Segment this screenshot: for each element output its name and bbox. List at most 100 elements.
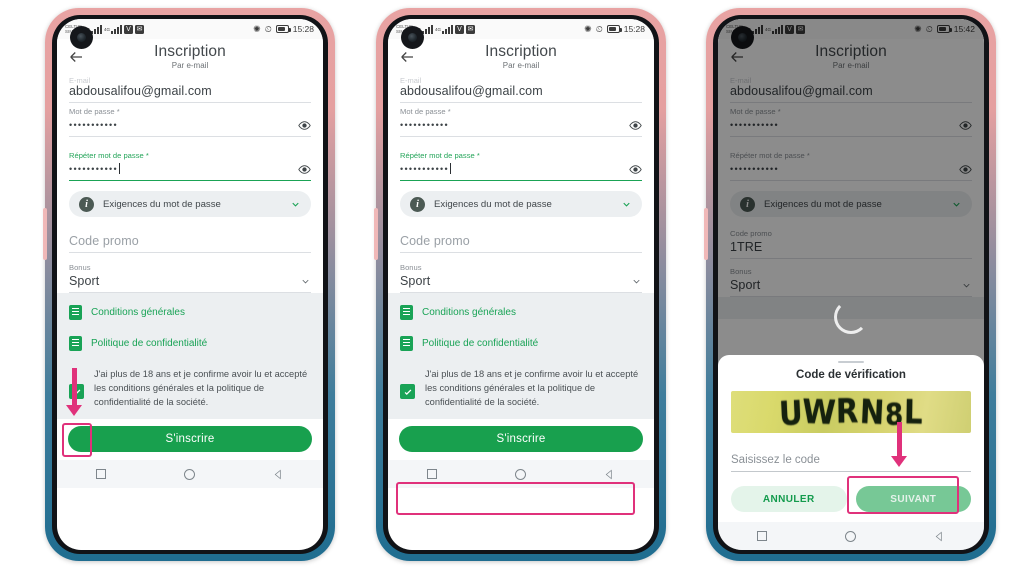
status-bar-right: ✺ ⏲ 15:28 (253, 24, 314, 34)
terms-link[interactable]: Conditions générales (91, 307, 185, 318)
sheet-grabber[interactable] (838, 360, 864, 363)
status-bar-2: CELTIIS SIM 4G 4G V ✉ ✺ ⏲ 15 (388, 19, 654, 39)
nav-recents-button[interactable] (757, 531, 767, 541)
verification-code-dialog: Code de vérification UWRN8L Saisissez le… (718, 354, 984, 522)
eye-icon[interactable] (629, 163, 642, 176)
password-value: ••••••••••• (69, 120, 118, 130)
back-arrow-icon[interactable] (67, 48, 85, 66)
nav-home-button[interactable] (515, 468, 526, 480)
back-arrow-icon[interactable] (398, 48, 416, 66)
bonus-label: Bonus (400, 263, 422, 272)
password-requirements-label: Exigences du mot de passe (103, 198, 221, 210)
chevron-down-icon[interactable] (631, 276, 642, 287)
captcha-char-3: R (835, 391, 860, 431)
password-requirements-chip[interactable]: i Exigences du mot de passe (400, 191, 642, 217)
bonus-value: Sport (400, 274, 431, 288)
bonus-select[interactable]: Sport (400, 273, 642, 293)
password-requirements-chip[interactable]: i Exigences du mot de passe (69, 191, 311, 217)
password-value: ••••••••••• (400, 120, 449, 130)
bluetooth-icon: ✺ (584, 23, 592, 34)
captcha-char-1: U (777, 392, 805, 433)
password-field-group: Mot de passe * ••••••••••• (69, 103, 311, 137)
repeat-password-field[interactable]: ••••••••••• (400, 161, 642, 181)
android-nav-bar-1 (57, 460, 323, 488)
annotation-arrow-next-button (891, 422, 907, 467)
page-subtitle: Par e-mail (171, 61, 209, 70)
cta-area-2: S'inscrire (388, 419, 654, 460)
terms-row[interactable]: Conditions générales (69, 305, 311, 320)
mail-icon: ✉ (466, 24, 475, 34)
consent-checkbox[interactable] (400, 384, 415, 399)
eye-icon[interactable] (298, 163, 311, 176)
cancel-button[interactable]: ANNULER (731, 486, 847, 512)
terms-link[interactable]: Conditions générales (422, 307, 516, 318)
chevron-down-icon[interactable] (290, 199, 301, 210)
nav-home-button[interactable] (184, 468, 195, 480)
privacy-row[interactable]: Politique de confidentialité (400, 336, 642, 351)
nav-recents-button[interactable] (96, 469, 106, 479)
document-icon (400, 336, 413, 351)
phone-3-bezel: CELTIIS SIM 4G 4G V ✉ ✺ ⏲ 15 (713, 15, 989, 554)
registration-form-2: E-mail abdousalifou@gmail.com Mot de pas… (388, 77, 654, 293)
app-bar-2: Inscription Par e-mail (388, 39, 654, 75)
network-type-label-2: 4G (434, 26, 441, 32)
battery-icon (606, 25, 622, 33)
alarm-icon: ⏲ (264, 23, 272, 34)
terms-row[interactable]: Conditions générales (400, 305, 642, 320)
phone-1-side-button[interactable] (43, 208, 47, 260)
nav-recents-button[interactable] (427, 469, 437, 479)
chevron-down-icon[interactable] (300, 276, 311, 287)
consent-row: J'ai plus de 18 ans et je confirme avoir… (400, 367, 642, 409)
password-field-group: Mot de passe * ••••••••••• (400, 103, 642, 137)
promo-field[interactable]: Code promo (69, 233, 311, 253)
screenshot-stage: CELTIIS SIM 4G 4G V ✉ ✺ ⏲ 15 (0, 0, 1024, 569)
next-button[interactable]: SUIVANT (855, 486, 971, 512)
captcha-code-input[interactable]: Saisissez le code (731, 454, 971, 472)
signal-bars-icon-2 (111, 24, 122, 34)
password-field[interactable]: ••••••••••• (69, 117, 311, 137)
nav-back-button[interactable] (273, 469, 284, 480)
front-camera-icon (401, 26, 424, 49)
bonus-field-group: Bonus Sport (69, 253, 311, 293)
nav-home-button[interactable] (845, 530, 856, 542)
android-nav-bar-2 (388, 460, 654, 488)
password-requirements-label: Exigences du mot de passe (434, 198, 552, 210)
consent-text: J'ai plus de 18 ans et je confirme avoir… (94, 369, 308, 407)
privacy-row[interactable]: Politique de confidentialité (69, 336, 311, 351)
vpn-icon: V (455, 24, 464, 34)
alarm-icon: ⏲ (595, 23, 603, 34)
email-field[interactable]: abdousalifou@gmail.com (69, 83, 311, 103)
signup-button[interactable]: S'inscrire (68, 426, 312, 452)
info-icon: i (410, 196, 425, 212)
promo-field[interactable]: Code promo (400, 233, 642, 253)
phone-2-side-button[interactable] (374, 208, 378, 260)
front-camera-icon (70, 26, 93, 49)
legal-section-2: Conditions générales Politique de confid… (388, 293, 654, 419)
registration-form-1: E-mail abdousalifou@gmail.com Mot de pas… (57, 77, 323, 293)
repeat-password-field[interactable]: ••••••••••• (69, 161, 311, 181)
consent-text: J'ai plus de 18 ans et je confirme avoir… (425, 369, 639, 407)
privacy-link[interactable]: Politique de confidentialité (91, 338, 207, 349)
legal-section-1: Conditions générales Politique de confid… (57, 293, 323, 419)
page-title: Inscription (485, 43, 557, 60)
nav-back-button[interactable] (934, 531, 945, 542)
privacy-link[interactable]: Politique de confidentialité (422, 338, 538, 349)
phone-3-screen: CELTIIS SIM 4G 4G V ✉ ✺ ⏲ 15 (718, 19, 984, 550)
captcha-char-2: W (801, 391, 838, 433)
phone-2-screen: CELTIIS SIM 4G 4G V ✉ ✺ ⏲ 15 (388, 19, 654, 550)
email-field[interactable]: abdousalifou@gmail.com (400, 83, 642, 103)
repeat-password-field-group: Répéter mot de passe * ••••••••••• (69, 137, 311, 181)
signup-button[interactable]: S'inscrire (399, 426, 643, 452)
signal-bars-icon-1 (90, 24, 102, 34)
phone-3: CELTIIS SIM 4G 4G V ✉ ✺ ⏲ 15 (704, 8, 996, 561)
eye-icon[interactable] (629, 119, 642, 132)
phone-3-side-button[interactable] (704, 208, 708, 260)
bonus-select[interactable]: Sport (69, 273, 311, 293)
phone-1-bezel: CELTIIS SIM 4G 4G V ✉ ✺ ⏲ 15 (52, 15, 328, 554)
chevron-down-icon[interactable] (621, 199, 632, 210)
password-field[interactable]: ••••••••••• (400, 117, 642, 137)
clock-label: 15:28 (292, 24, 314, 34)
nav-back-button[interactable] (604, 469, 615, 480)
eye-icon[interactable] (298, 119, 311, 132)
vpn-icon: V (124, 24, 133, 34)
